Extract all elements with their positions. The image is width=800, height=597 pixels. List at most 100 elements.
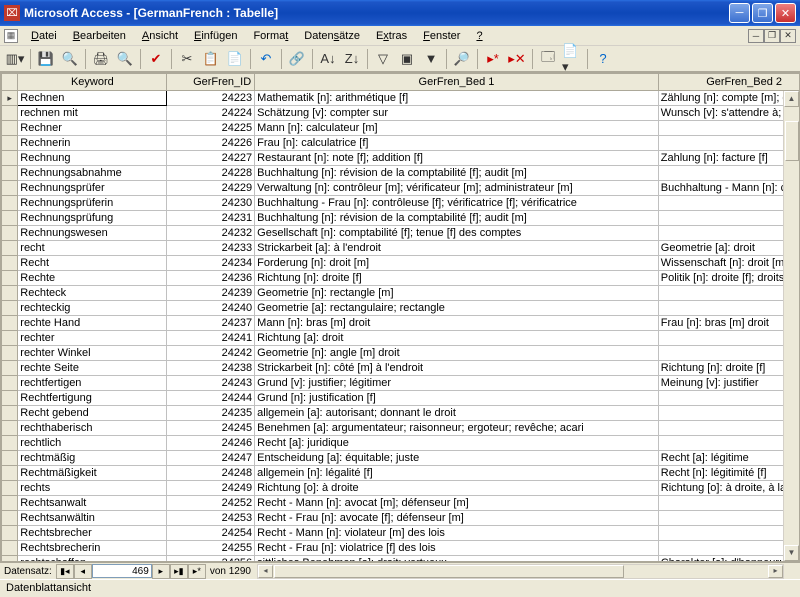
db-window-button[interactable]: 🗔 <box>537 48 559 70</box>
cell-bed2[interactable] <box>658 421 800 436</box>
cell-bed2[interactable]: Recht [a]: légitime <box>658 451 800 466</box>
cell-keyword[interactable]: Rechnerin <box>18 136 167 151</box>
cell-bed1[interactable]: Strickarbeit [a]: à l'endroit <box>255 241 659 256</box>
row-selector[interactable] <box>2 241 18 256</box>
table-row[interactable]: rechtmäßig24247Entscheidung [a]: équitab… <box>2 451 800 466</box>
row-selector[interactable] <box>2 436 18 451</box>
cell-id[interactable]: 24243 <box>167 376 255 391</box>
cell-id[interactable]: 24253 <box>167 511 255 526</box>
cell-bed1[interactable]: Geometrie [a]: rectangulaire; rectangle <box>255 301 659 316</box>
cell-keyword[interactable]: Rechnungsprüfer <box>18 181 167 196</box>
menu-file[interactable]: Datei <box>24 28 64 44</box>
cell-bed2[interactable]: Frau [n]: bras [m] droit <box>658 316 800 331</box>
row-selector[interactable]: ▸ <box>2 91 18 106</box>
cell-bed2[interactable] <box>658 391 800 406</box>
cell-id[interactable]: 24225 <box>167 121 255 136</box>
cell-keyword[interactable]: Recht <box>18 256 167 271</box>
cell-bed2[interactable] <box>658 121 800 136</box>
table-row[interactable]: Recht24234Forderung [n]: droit [m]Wissen… <box>2 256 800 271</box>
row-selector[interactable] <box>2 451 18 466</box>
table-row[interactable]: rechteckig24240Geometrie [a]: rectangula… <box>2 301 800 316</box>
table-row[interactable]: Rechnung24227Restaurant [n]: note [f]; a… <box>2 151 800 166</box>
cell-bed1[interactable]: Buchhaltung - Frau [n]: contrôleuse [f];… <box>255 196 659 211</box>
undo-button[interactable]: ↶ <box>255 48 277 70</box>
cell-bed2[interactable] <box>658 331 800 346</box>
cell-id[interactable]: 24242 <box>167 346 255 361</box>
nav-first-button[interactable]: ▮◂ <box>56 564 74 579</box>
cell-bed1[interactable]: Frau [n]: calculatrice [f] <box>255 136 659 151</box>
row-selector[interactable] <box>2 211 18 226</box>
cell-bed2[interactable]: Politik [n]: droite [f]; droits [mp <box>658 271 800 286</box>
cell-bed1[interactable]: Entscheidung [a]: équitable; juste <box>255 451 659 466</box>
cell-bed1[interactable]: allgemein [n]: légalité [f] <box>255 466 659 481</box>
cell-bed1[interactable]: Buchhaltung [n]: révision de la comptabi… <box>255 211 659 226</box>
cell-bed2[interactable] <box>658 166 800 181</box>
menu-format[interactable]: Format <box>246 28 295 44</box>
cell-id[interactable]: 24229 <box>167 181 255 196</box>
cell-keyword[interactable]: rechteckig <box>18 301 167 316</box>
nav-prev-button[interactable]: ◂ <box>74 564 92 579</box>
cell-id[interactable]: 24237 <box>167 316 255 331</box>
cell-keyword[interactable] <box>18 91 167 106</box>
cell-bed2[interactable] <box>658 136 800 151</box>
cell-bed1[interactable]: Richtung [n]: droite [f] <box>255 271 659 286</box>
cell-id[interactable]: 24232 <box>167 226 255 241</box>
menu-window[interactable]: Fenster <box>416 28 467 44</box>
cell-keyword[interactable]: Rechteck <box>18 286 167 301</box>
cell-keyword[interactable]: rechtmäßig <box>18 451 167 466</box>
cell-keyword[interactable]: Rechnung <box>18 151 167 166</box>
cell-keyword[interactable]: rechthaberisch <box>18 421 167 436</box>
cell-id[interactable]: 24227 <box>167 151 255 166</box>
cell-keyword[interactable]: rechte Seite <box>18 361 167 376</box>
cell-bed1[interactable]: sittliches Benehmen [a]: droit; vertueux <box>255 556 659 563</box>
row-selector[interactable] <box>2 106 18 121</box>
cell-bed1[interactable]: Schätzung [v]: compter sur <box>255 106 659 121</box>
find-button[interactable]: 🔎 <box>451 48 473 70</box>
cell-bed2[interactable]: Wissenschaft [n]: droit [m] <box>658 256 800 271</box>
row-selector[interactable] <box>2 271 18 286</box>
table-row[interactable]: recht24233Strickarbeit [a]: à l'endroitG… <box>2 241 800 256</box>
row-selector[interactable] <box>2 376 18 391</box>
table-row[interactable]: rechtlich24246Recht [a]: juridique <box>2 436 800 451</box>
menu-records[interactable]: Datensätze <box>297 28 367 44</box>
cell-keyword[interactable]: Rechtsbrecherin <box>18 541 167 556</box>
cell-bed1[interactable]: Grund [n]: justification [f] <box>255 391 659 406</box>
cell-id[interactable]: 24228 <box>167 166 255 181</box>
cell-bed2[interactable] <box>658 301 800 316</box>
table-row[interactable]: Rechnungsprüfer24229Verwaltung [n]: cont… <box>2 181 800 196</box>
cell-bed1[interactable]: Benehmen [a]: argumentateur; raisonneur;… <box>255 421 659 436</box>
cell-keyword[interactable]: Rechnungswesen <box>18 226 167 241</box>
cell-id[interactable]: 24254 <box>167 526 255 541</box>
table-row[interactable]: Rechnerin24226Frau [n]: calculatrice [f] <box>2 136 800 151</box>
cell-bed1[interactable]: Grund [v]: justifier; légitimer <box>255 376 659 391</box>
row-selector[interactable] <box>2 136 18 151</box>
cell-bed2[interactable] <box>658 436 800 451</box>
search-file-button[interactable]: 🔍 <box>59 48 81 70</box>
cell-bed2[interactable] <box>658 511 800 526</box>
cell-bed1[interactable]: Buchhaltung [n]: révision de la comptabi… <box>255 166 659 181</box>
cell-id[interactable]: 24224 <box>167 106 255 121</box>
cell-bed2[interactable] <box>658 406 800 421</box>
nav-new-button[interactable]: ▸* <box>188 564 206 579</box>
hscroll-right-button[interactable]: ▸ <box>768 565 783 578</box>
cell-bed1[interactable]: Recht - Mann [n]: avocat [m]; défenseur … <box>255 496 659 511</box>
document-icon[interactable]: ▦ <box>4 29 18 43</box>
cell-bed1[interactable]: Geometrie [n]: angle [m] droit <box>255 346 659 361</box>
row-selector[interactable] <box>2 181 18 196</box>
cell-bed2[interactable] <box>658 226 800 241</box>
vertical-scrollbar[interactable]: ▲ ▼ <box>783 91 799 561</box>
delete-record-button[interactable]: ▸✕ <box>506 48 528 70</box>
table-row[interactable]: rechter24241Richtung [a]: droit <box>2 331 800 346</box>
cell-id[interactable]: 24245 <box>167 421 255 436</box>
cell-bed1[interactable]: Recht - Mann [n]: violateur [m] des lois <box>255 526 659 541</box>
cell-bed1[interactable]: Recht - Frau [n]: avocate [f]; défenseur… <box>255 511 659 526</box>
cell-bed2[interactable] <box>658 526 800 541</box>
table-row[interactable]: Rechtsanwalt24252Recht - Mann [n]: avoca… <box>2 496 800 511</box>
cell-bed1[interactable]: Mann [n]: calculateur [m] <box>255 121 659 136</box>
table-row[interactable]: rechte Seite24238Strickarbeit [n]: côté … <box>2 361 800 376</box>
cell-bed1[interactable]: Gesellschaft [n]: comptabilité [f]; tenu… <box>255 226 659 241</box>
cell-keyword[interactable]: rechter <box>18 331 167 346</box>
table-row[interactable]: Rechtsbrecher24254Recht - Mann [n]: viol… <box>2 526 800 541</box>
cell-bed2[interactable]: Geometrie [a]: droit <box>658 241 800 256</box>
cell-bed2[interactable]: Richtung [n]: droite [f] <box>658 361 800 376</box>
